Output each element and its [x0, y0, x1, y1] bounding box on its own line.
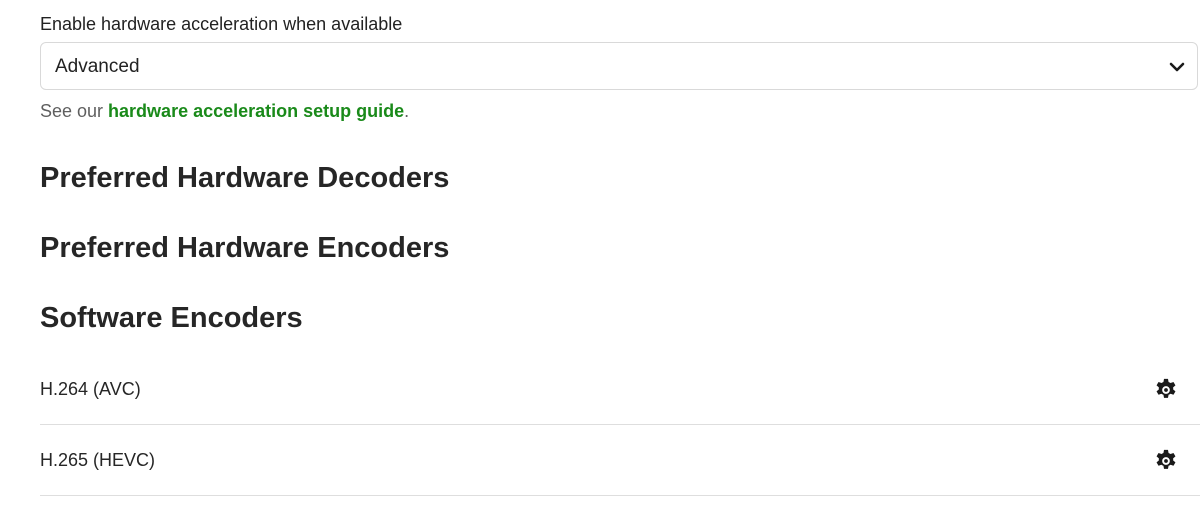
software-encoders-heading: Software Encoders [40, 302, 303, 334]
helper-prefix: See our [40, 101, 109, 121]
setup-guide-link[interactable]: hardware acceleration setup guide [108, 101, 404, 121]
list-item: H.264 (AVC) [40, 354, 1200, 425]
setup-guide-helper: See our hardware acceleration setup guid… [40, 99, 409, 123]
encoders-heading: Preferred Hardware Encoders [40, 232, 450, 264]
decoders-heading: Preferred Hardware Decoders [40, 162, 450, 194]
hardware-acceleration-label: Enable hardware acceleration when availa… [40, 14, 403, 34]
encoder-label: H.265 (HEVC) [40, 450, 156, 470]
list-item: H.265 (HEVC) [40, 425, 1200, 496]
hardware-acceleration-select[interactable]: Advanced [40, 42, 1198, 90]
gear-icon[interactable] [1152, 376, 1180, 404]
encoder-label: H.264 (AVC) [40, 379, 141, 399]
helper-suffix: . [404, 101, 410, 121]
select-value: Advanced [55, 56, 140, 77]
chevron-down-icon [1167, 57, 1187, 77]
gear-icon[interactable] [1152, 447, 1180, 475]
